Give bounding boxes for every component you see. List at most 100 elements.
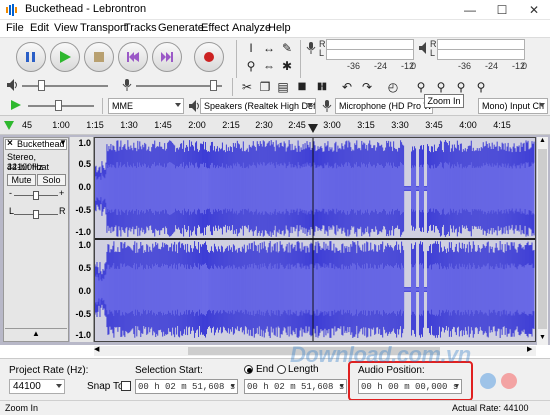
skip-to-end-button[interactable] (152, 42, 182, 72)
gain-thumb[interactable] (33, 191, 39, 200)
pan-right-label: R (59, 206, 66, 216)
collapse-track-button[interactable]: ▲ (5, 328, 67, 339)
cut-icon[interactable]: ✂ (238, 79, 256, 95)
zoom-in-icon[interactable]: ⚲ (412, 79, 430, 95)
stop-button[interactable] (84, 42, 114, 72)
record-meter-left[interactable] (326, 49, 414, 60)
multi-tool-icon[interactable]: ✱ (278, 58, 296, 74)
track-menu-arrow-icon[interactable]: ▼ (59, 138, 67, 147)
paste-icon[interactable]: ▤ (274, 79, 292, 95)
menu-analyze[interactable]: Analyze (232, 22, 271, 34)
play-button[interactable] (50, 42, 80, 72)
meter-scale-label: 0 (411, 61, 417, 71)
waveform-display[interactable] (94, 137, 536, 342)
vertical-scroll-thumb[interactable] (538, 149, 547, 329)
skip-end-icon (161, 52, 173, 62)
zoom-tool-icon[interactable]: ⚲ (242, 58, 260, 74)
title-bar: Buckethead - Lebrontron — ☐ ✕ (0, 0, 550, 20)
track-name[interactable]: Buckethead (17, 139, 65, 149)
pause-button[interactable] (16, 42, 46, 72)
selection-end-field[interactable]: 00 h 02 m 51,608 s ▼ (244, 379, 347, 394)
redo-icon[interactable]: ↷ (358, 79, 376, 95)
record-volume-thumb[interactable] (210, 80, 217, 91)
status-bar: Zoom In Actual Rate: 44100 (0, 400, 550, 415)
record-button[interactable] (194, 42, 224, 72)
trim-icon[interactable]: ▮▮ (292, 79, 310, 95)
copy-icon[interactable]: ❐ (256, 79, 274, 95)
timeline-ruler[interactable]: 45 1:00 1:15 1:30 1:45 2:00 2:15 2:30 2:… (0, 115, 550, 135)
skip-to-start-button[interactable] (118, 42, 148, 72)
menu-generate[interactable]: Generate (158, 22, 204, 34)
waveform-channel-left (95, 140, 535, 237)
watermark: Download.com.vn (290, 342, 471, 367)
minimize-button[interactable]: — (454, 0, 486, 20)
playback-device-select[interactable]: Speakers (Realtek High Definit (200, 98, 316, 114)
snap-to-label: Snap To (87, 381, 124, 392)
playback-volume-slider[interactable] (22, 85, 108, 87)
record-meter-icon[interactable] (306, 41, 316, 55)
menu-help[interactable]: Help (268, 22, 291, 34)
track-control-panel[interactable]: × Buckethead ▼ Stereo, 44100Hz 32-bit fl… (3, 137, 69, 342)
play-at-speed-icon[interactable] (10, 99, 22, 111)
waveform-channel-right (95, 241, 535, 338)
menu-tracks[interactable]: Tracks (124, 22, 157, 34)
timeline-tick: 3:45 (425, 120, 443, 130)
scale-label: -1.0 (75, 227, 91, 237)
pan-thumb[interactable] (33, 210, 39, 219)
toolbar-separator (102, 98, 103, 114)
playback-meter-icon[interactable] (418, 41, 428, 55)
draw-tool-icon[interactable]: ✎ (278, 40, 296, 56)
menu-effect[interactable]: Effect (201, 22, 229, 34)
scroll-down-icon[interactable]: ▼ (539, 334, 546, 341)
timeline-tick: 3:30 (391, 120, 409, 130)
timeline-tick: 1:30 (120, 120, 138, 130)
scroll-up-icon[interactable]: ▲ (539, 137, 546, 144)
selection-tool-icon[interactable]: I (242, 40, 260, 56)
timeline-tick: 1:45 (154, 120, 172, 130)
length-radio[interactable] (277, 365, 286, 374)
scale-label: 1.0 (78, 240, 91, 250)
mute-button[interactable]: Mute (7, 174, 36, 186)
end-radio[interactable] (244, 365, 253, 374)
fit-project-icon[interactable]: ⚲ (472, 79, 490, 95)
recording-device-select[interactable]: Microphone (HD Pro Webca (335, 98, 433, 114)
playback-meter-left[interactable] (437, 49, 525, 60)
silence-icon[interactable]: ▮-▮ (312, 79, 330, 95)
snap-to-checkbox[interactable] (121, 381, 131, 391)
solo-button[interactable]: Solo (37, 174, 66, 186)
menu-view[interactable]: View (54, 22, 78, 34)
status-text: Zoom In (5, 403, 39, 413)
timeshift-tool-icon[interactable]: ⇔ (260, 58, 278, 74)
recording-channels-select[interactable]: Mono) Input Ch (478, 98, 548, 114)
menu-edit[interactable]: Edit (30, 22, 49, 34)
envelope-tool-icon[interactable]: ↔ (260, 40, 278, 56)
close-track-icon[interactable]: × (7, 138, 13, 149)
playback-volume-thumb[interactable] (38, 80, 45, 91)
menu-file[interactable]: File (6, 22, 24, 34)
play-speed-thumb[interactable] (55, 100, 62, 111)
zoom-out-icon[interactable]: ⚲ (432, 79, 450, 95)
close-window-button[interactable]: ✕ (518, 0, 550, 20)
meter-scale-label: -24 (374, 61, 388, 71)
end-label: End (256, 364, 274, 375)
audacity-logo-icon (6, 4, 17, 16)
cursor-marker-icon (308, 124, 318, 133)
timeline-tick: 3:15 (357, 120, 375, 130)
audio-host-select[interactable]: MME (108, 98, 184, 114)
meter-scale-label: 0 (522, 61, 528, 71)
menu-transport[interactable]: Transport (80, 22, 127, 34)
project-rate-label: Project Rate (Hz): (9, 365, 89, 376)
scroll-right-icon[interactable]: ▶ (527, 345, 532, 353)
selection-start-field[interactable]: 00 h 02 m 51,608 s ▼ (135, 379, 238, 394)
vertical-scrollbar[interactable]: ▲ ▼ (537, 137, 548, 345)
project-rate-select[interactable]: 44100 (9, 379, 65, 394)
undo-icon[interactable]: ↶ (338, 79, 356, 95)
fit-selection-icon[interactable]: ⚲ (452, 79, 470, 95)
maximize-button[interactable]: ☐ (486, 0, 518, 20)
scroll-left-icon[interactable]: ◀ (94, 345, 99, 353)
timeline-tick: 1:00 (52, 120, 70, 130)
amplitude-scale[interactable]: 1.0 0.5 0.0 -0.5 -1.0 1.0 0.5 0.0 -0.5 -… (70, 137, 94, 342)
meter-scale-label: -36 (458, 61, 472, 71)
sync-lock-icon[interactable]: ◴ (384, 79, 402, 95)
audio-position-field[interactable]: 00 h 00 m 00,000 s ▼ (358, 379, 462, 394)
